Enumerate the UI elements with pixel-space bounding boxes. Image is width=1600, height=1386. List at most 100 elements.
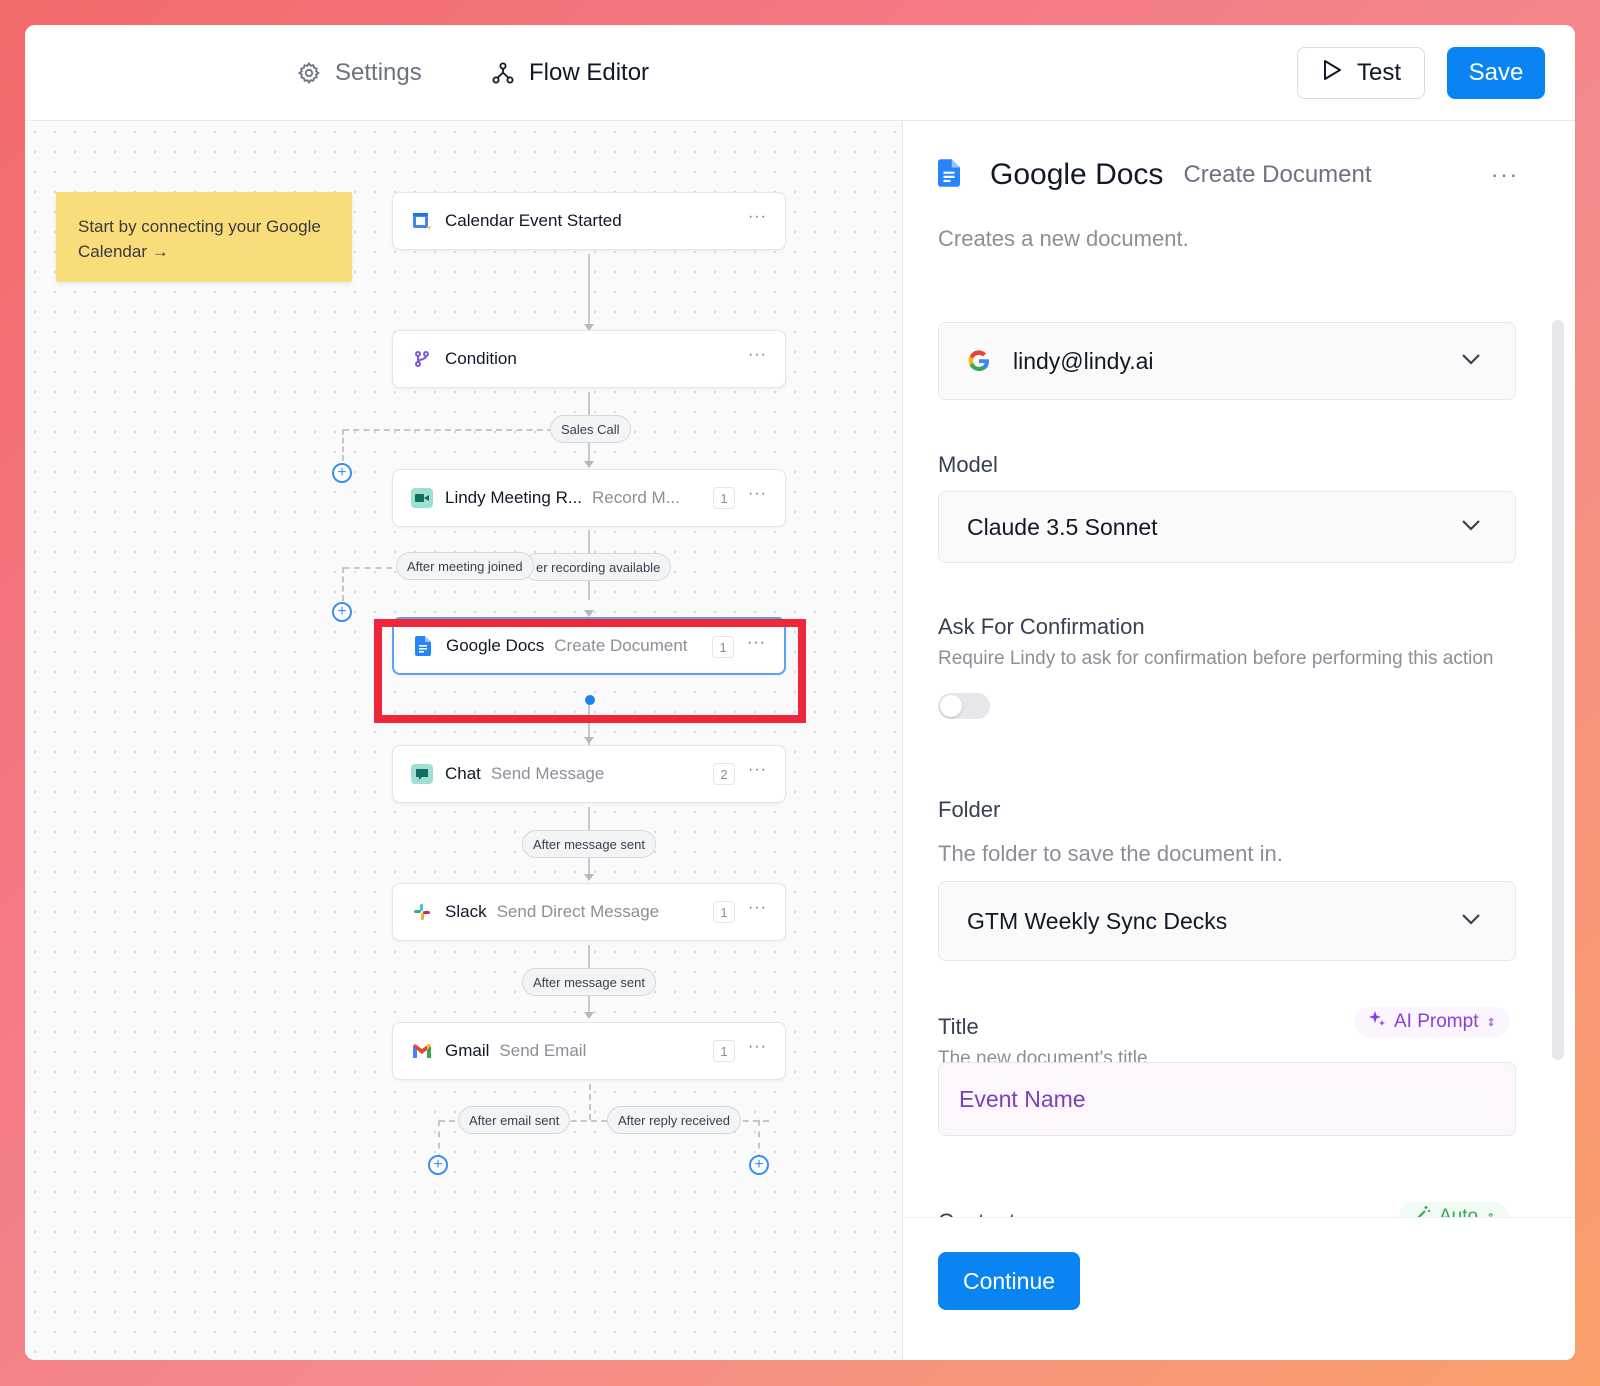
title-variable: Event Name — [959, 1085, 1086, 1112]
test-button[interactable]: Test — [1297, 47, 1425, 99]
model-value: Claude 3.5 Sonnet — [967, 513, 1158, 540]
node-name: Slack — [445, 902, 487, 921]
node-action: Send Message — [490, 764, 605, 783]
panel-more-button[interactable]: ··· — [1491, 162, 1519, 188]
tab-settings[interactable]: Settings — [297, 53, 422, 93]
chevron-down-icon — [1461, 352, 1481, 370]
folder-select[interactable]: GTM Weekly Sync Decks — [938, 881, 1516, 961]
highlight-box — [374, 619, 806, 723]
panel-scrollbar[interactable] — [1552, 320, 1564, 1060]
branch-label-after-email-sent[interactable]: After email sent — [458, 1106, 571, 1134]
tab-settings-label: Settings — [335, 59, 422, 86]
panel-footer: Continue — [904, 1217, 1575, 1360]
node-count-badge: 2 — [713, 763, 735, 785]
node-action: Send Email — [499, 1041, 587, 1060]
add-step-button[interactable]: + — [332, 602, 352, 622]
up-down-icon: ⇕ — [1486, 1016, 1496, 1029]
node-count-badge: 1 — [713, 901, 735, 923]
branch-connector — [342, 567, 344, 601]
add-step-button[interactable]: + — [749, 1155, 769, 1175]
branch-connector — [343, 429, 553, 431]
panel-title: Google Docs — [990, 158, 1164, 191]
node-more-button[interactable]: ··· — [748, 1038, 767, 1056]
folder-label: Folder — [938, 797, 1001, 822]
chevron-down-icon — [1461, 912, 1481, 930]
node-action: Send Direct Message — [496, 902, 660, 921]
flow-node-condition[interactable]: Condition ··· — [392, 330, 786, 388]
branch-label-after-reply-received[interactable]: After reply received — [607, 1106, 741, 1134]
title-input[interactable]: Event Name — [938, 1062, 1516, 1136]
folder-value: GTM Weekly Sync Decks — [967, 907, 1228, 934]
sparkle-icon — [1368, 1010, 1386, 1034]
continue-button[interactable]: Continue — [938, 1252, 1080, 1310]
flow-canvas[interactable]: Start by connecting your Google Calendar… — [25, 122, 903, 1360]
node-more-button[interactable]: ··· — [748, 208, 767, 226]
tab-flow-editor-label: Flow Editor — [529, 59, 650, 86]
node-name: Calendar Event Started — [445, 211, 622, 230]
ai-prompt-label: AI Prompt — [1394, 1011, 1479, 1032]
calendar-icon — [411, 210, 433, 232]
slack-icon — [411, 901, 433, 923]
flow-node-chat[interactable]: Chat Send Message 2 ··· — [392, 745, 786, 803]
toggle-knob — [940, 695, 962, 717]
branch-label-after-message-sent[interactable]: After message sent — [522, 830, 656, 858]
play-icon — [1321, 58, 1343, 89]
meeting-recorder-icon — [411, 487, 433, 509]
tab-flow-editor[interactable]: Flow Editor — [491, 53, 649, 93]
flow-node-calendar-event-started[interactable]: Calendar Event Started ··· — [392, 192, 786, 250]
confirmation-toggle[interactable] — [938, 693, 990, 719]
branch-connector — [343, 567, 403, 569]
test-button-label: Test — [1356, 59, 1401, 86]
add-step-button[interactable]: + — [428, 1155, 448, 1175]
confirmation-help: Require Lindy to ask for confirmation be… — [938, 648, 1494, 669]
model-label: Model — [938, 452, 998, 477]
branch-connector — [342, 429, 344, 461]
chat-icon — [411, 763, 433, 785]
flow-node-gmail[interactable]: Gmail Send Email 1 ··· — [392, 1022, 786, 1080]
branch-label-after-meeting-joined[interactable]: After meeting joined — [396, 552, 534, 580]
branch-connector — [438, 1120, 440, 1160]
node-more-button[interactable]: ··· — [748, 346, 767, 364]
node-count-badge: 1 — [713, 487, 735, 509]
save-button[interactable]: Save — [1447, 47, 1545, 99]
panel-subtitle: Create Document — [1183, 161, 1372, 188]
condition-icon — [411, 348, 433, 370]
branch-connector — [589, 1084, 591, 1120]
flow-node-lindy-meeting-recorder[interactable]: Lindy Meeting R... Record M... 1 ··· — [392, 469, 786, 527]
branch-label-after-recording[interactable]: er recording available — [523, 553, 672, 581]
app-window: Settings Flow Editor Test Save Start by … — [25, 25, 1575, 1360]
google-docs-icon — [938, 158, 960, 192]
folder-help: The folder to save the document in. — [938, 841, 1283, 866]
account-value: lindy@lindy.ai — [1013, 347, 1154, 374]
node-name: Lindy Meeting R... — [445, 488, 583, 507]
node-name: Gmail — [445, 1041, 490, 1060]
connector-arrow — [584, 737, 594, 744]
confirmation-label: Ask For Confirmation — [938, 614, 1145, 639]
google-icon — [967, 349, 991, 373]
node-more-button[interactable]: ··· — [748, 485, 767, 503]
node-count-badge: 1 — [713, 1040, 735, 1062]
branch-label-after-message-sent[interactable]: After message sent — [522, 968, 656, 996]
flow-node-slack[interactable]: Slack Send Direct Message 1 ··· — [392, 883, 786, 941]
flow-icon — [491, 61, 515, 85]
node-more-button[interactable]: ··· — [748, 761, 767, 779]
node-action: Record M... — [592, 488, 680, 507]
model-select[interactable]: Claude 3.5 Sonnet — [938, 491, 1516, 563]
ai-prompt-mode-toggle[interactable]: AI Prompt ⇕ — [1354, 1007, 1510, 1037]
title-label: Title — [938, 1014, 979, 1039]
node-more-button[interactable]: ··· — [748, 899, 767, 917]
connector — [588, 254, 590, 326]
step-config-panel: Google Docs Create Document ··· Creates … — [904, 122, 1575, 1360]
add-step-button[interactable]: + — [332, 463, 352, 483]
node-name: Condition — [445, 349, 517, 368]
sticky-note[interactable]: Start by connecting your Google Calendar… — [56, 192, 352, 282]
panel-header: Google Docs Create Document — [938, 158, 1372, 192]
node-name: Chat — [445, 764, 481, 783]
panel-description: Creates a new document. — [938, 226, 1189, 251]
branch-label-sales-call[interactable]: Sales Call — [550, 415, 631, 443]
connector-arrow — [584, 610, 594, 617]
chevron-down-icon — [1461, 518, 1481, 536]
gmail-icon — [411, 1040, 433, 1062]
account-select[interactable]: lindy@lindy.ai — [938, 322, 1516, 400]
branch-connector — [758, 1120, 760, 1160]
